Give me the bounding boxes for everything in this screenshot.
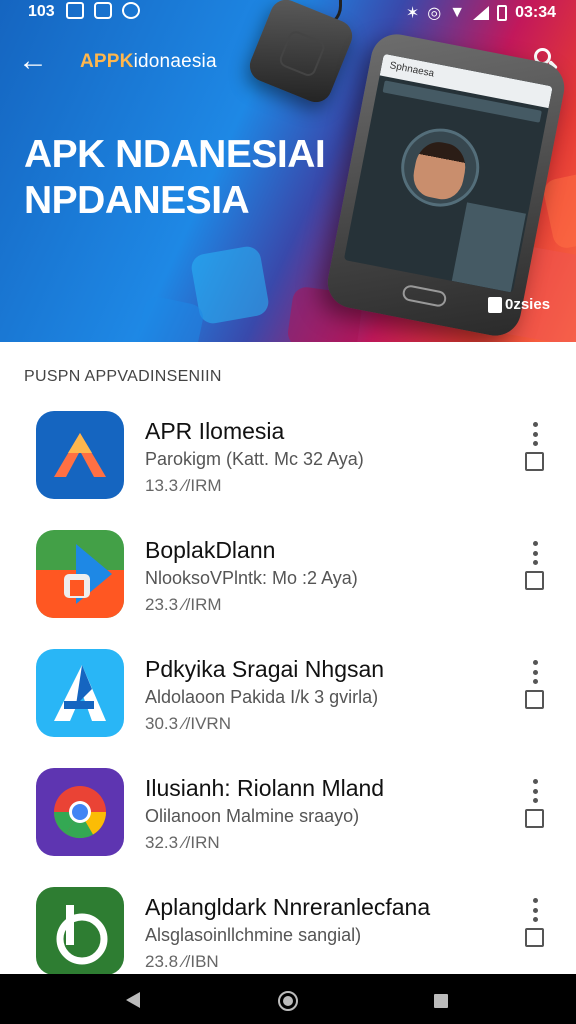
messenger-icon: [122, 2, 140, 19]
decor-tile: [134, 294, 206, 342]
wifi-icon: ▼: [449, 4, 466, 21]
app-name: Pdkyika Sragai Nhgsan: [145, 656, 385, 682]
nav-home-icon[interactable]: [278, 991, 298, 1011]
phone-card: [451, 202, 526, 293]
select-checkbox[interactable]: [525, 809, 544, 828]
select-checkbox[interactable]: [525, 452, 544, 471]
nav-back-icon[interactable]: [126, 992, 140, 1008]
battery-icon: [497, 5, 508, 21]
more-options-icon[interactable]: [526, 420, 544, 448]
select-checkbox[interactable]: [525, 690, 544, 709]
chrome-logo-icon: [36, 768, 124, 856]
hero-badge-label: 0zsies: [505, 296, 551, 313]
apk-indonesia-logo-icon: [36, 411, 124, 499]
list-item[interactable]: BoplakDlann NlooksoVPlntk: Mo :2 Aya) 23…: [0, 517, 576, 636]
brand-logo: APPKidonaesia: [80, 51, 217, 73]
more-options-icon[interactable]: [526, 777, 544, 805]
section-title: PUSPN APPVADINSENIIN: [24, 368, 222, 385]
hero-title-line2: NPDANESIA: [24, 179, 250, 222]
app-name: APR Ilomesia: [145, 418, 285, 444]
app-name: Ilusianh: Riolann Mland: [145, 775, 385, 801]
decor-tile: [541, 169, 576, 251]
more-options-icon[interactable]: [526, 896, 544, 924]
signal-icon: [473, 6, 490, 20]
phone-screen: Sphnaesa: [343, 53, 553, 293]
status-bar: 103 ✶ ◎ ▼ 03:34: [0, 0, 576, 26]
folder-icon: [488, 296, 502, 313]
app-subtitle: Aldolaoon Pakida I/k 3 gvirla): [145, 687, 379, 707]
phone-home-key: [401, 283, 448, 308]
hero-badge: 0zsies: [488, 296, 550, 313]
app-name: BoplakDlann: [145, 537, 276, 563]
app-size: 32.3 ⁄/IRN: [145, 833, 220, 852]
select-checkbox[interactable]: [525, 571, 544, 590]
app-a-logo-icon: [36, 649, 124, 737]
list-item[interactable]: APR Ilomesia Parokigm (Katt. Mc 32 Aya) …: [0, 398, 576, 517]
app-size: 23.3 ⁄/IRM: [145, 595, 222, 614]
brand-suffix: idonaesia: [133, 51, 217, 72]
alarm-icon: ◎: [427, 5, 442, 22]
nav-recents-icon[interactable]: [434, 994, 448, 1008]
brand-prefix: APPK: [80, 51, 134, 72]
status-time-left: 103: [28, 3, 55, 20]
play-store-logo-icon: [36, 530, 124, 618]
app-size: 30.3 ⁄/IVRN: [145, 714, 231, 733]
back-arrow-icon[interactable]: ←: [18, 46, 48, 78]
system-nav-bar: [0, 974, 576, 1024]
app-list: APR Ilomesia Parokigm (Katt. Mc 32 Aya) …: [0, 398, 576, 993]
app-subtitle: Alsglasoinllchmine sangial): [145, 925, 362, 945]
list-item[interactable]: Pdkyika Sragai Nhgsan Aldolaoon Pakida I…: [0, 636, 576, 755]
list-item[interactable]: Ilusianh: Riolann Mland Olilanoon Malmin…: [0, 755, 576, 874]
photo-icon: [94, 2, 112, 19]
bluetooth-icon: ✶: [405, 5, 420, 22]
more-options-icon[interactable]: [526, 539, 544, 567]
app-size: 23.8 ⁄/IBN: [145, 952, 219, 971]
app-subtitle: Olilanoon Malmine sraayo): [145, 806, 360, 826]
status-time-right: 03:34: [515, 4, 556, 21]
more-options-icon[interactable]: [526, 658, 544, 686]
notification-box-icon: [66, 2, 84, 19]
app-size: 13.3 ⁄/IRM: [145, 476, 222, 495]
hero-title: APK NDANESIAI NPDANESIA: [24, 132, 326, 224]
app-subtitle: Parokigm (Katt. Mc 32 Aya): [145, 449, 364, 469]
hero-banner: 103 ✶ ◎ ▼ 03:34 ← APPKidonaesia APK NDAN…: [0, 0, 576, 342]
app-name: Aplangldark Nnreranlecfana: [145, 894, 431, 920]
app-subtitle: NlooksoVPlntk: Mo :2 Aya): [145, 568, 358, 588]
hero-title-line1: APK NDANESIAI: [24, 133, 326, 176]
select-checkbox[interactable]: [525, 928, 544, 947]
b-logo-icon: [36, 887, 124, 975]
